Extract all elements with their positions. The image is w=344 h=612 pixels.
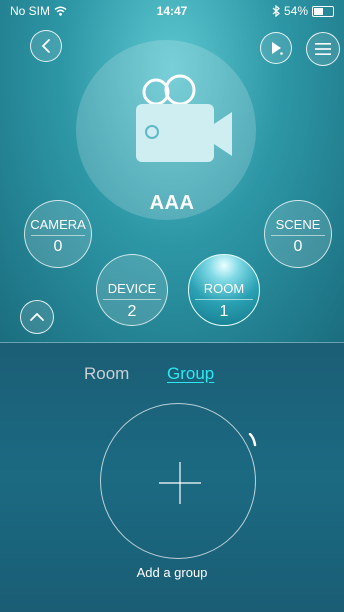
chevron-up-icon xyxy=(30,312,44,321)
add-group-label: Add a group xyxy=(136,565,208,580)
tab-bar: Room Group xyxy=(0,364,344,390)
status-bar: No SIM 14:47 54% xyxy=(0,0,344,22)
status-right: 54% xyxy=(272,4,334,18)
scene-count: 0 xyxy=(293,238,303,255)
menu-button[interactable] xyxy=(306,32,340,66)
camera-label: CAMERA xyxy=(30,217,86,232)
tab-room[interactable]: Room xyxy=(84,364,129,384)
camera-count: 0 xyxy=(53,238,63,255)
back-button[interactable] xyxy=(30,30,62,62)
plus-icon xyxy=(159,462,201,504)
scene-stat-button[interactable]: SCENE 0 xyxy=(264,200,332,268)
video-camera-icon xyxy=(136,74,232,162)
battery-icon xyxy=(312,5,334,17)
camera-stat-button[interactable]: CAMERA 0 xyxy=(24,200,92,268)
room-label: ROOM xyxy=(203,281,245,296)
collapse-button[interactable] xyxy=(20,300,54,334)
device-count: 2 xyxy=(127,303,137,320)
room-stat-button[interactable]: ROOM 1 xyxy=(188,254,260,326)
tab-group[interactable]: Group xyxy=(167,364,214,384)
scene-divider xyxy=(271,235,325,236)
bluetooth-icon xyxy=(272,5,280,17)
room-divider xyxy=(195,299,253,300)
camera-divider xyxy=(31,235,85,236)
battery-percent: 54% xyxy=(283,4,308,18)
device-stat-button[interactable]: DEVICE 2 xyxy=(96,254,168,326)
device-label: DEVICE xyxy=(107,281,157,296)
menu-icon xyxy=(315,43,331,55)
scene-label: SCENE xyxy=(275,217,321,232)
room-count: 1 xyxy=(219,303,229,320)
play-icon xyxy=(272,42,283,55)
top-panel: No SIM 14:47 54% AAA CAMERA 0 SCENE 0 DE… xyxy=(0,0,344,343)
chevron-left-icon xyxy=(41,39,50,53)
play-button[interactable] xyxy=(260,32,292,64)
progress-dot xyxy=(248,433,257,447)
device-divider xyxy=(103,299,161,300)
